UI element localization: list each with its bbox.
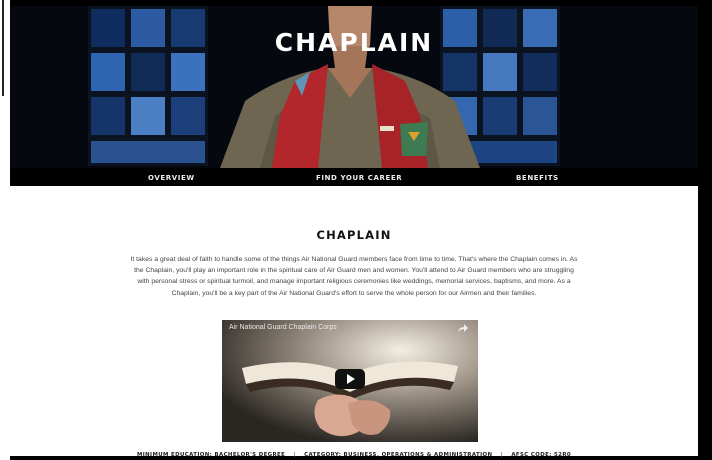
intro-paragraph: It takes a great deal of faith to handle… xyxy=(130,256,578,297)
main-content: CHAPLAIN It takes a great deal of faith … xyxy=(10,186,698,458)
share-arrow-icon[interactable] xyxy=(457,323,469,333)
career-navigation-bar: OVERVIEW FIND YOUR CAREER BENEFITS xyxy=(10,168,698,186)
info-separator: | xyxy=(500,452,504,458)
page-title: CHAPLAIN xyxy=(316,228,392,242)
hero-banner: CHAPLAIN OVERVIEW FIND YOUR CAREER BENEF… xyxy=(10,6,698,186)
minimum-education: MINIMUM EDUCATION: BACHELOR'S DEGREE xyxy=(136,452,286,458)
nav-item-find-your-career[interactable]: FIND YOUR CAREER xyxy=(316,174,402,182)
afsc-code: AFSC CODE: 52R0 xyxy=(511,452,572,458)
video-player[interactable]: Air National Guard Chaplain Corps xyxy=(222,320,478,442)
video-title[interactable]: Air National Guard Chaplain Corps xyxy=(229,324,337,331)
career-category: CATEGORY: BUSINESS, OPERATIONS & ADMINIS… xyxy=(304,452,493,458)
nav-item-overview[interactable]: OVERVIEW xyxy=(148,174,195,182)
info-separator: | xyxy=(293,452,296,458)
nav-item-benefits[interactable]: BENEFITS xyxy=(516,174,559,182)
window-frame-left xyxy=(0,0,10,460)
play-icon[interactable] xyxy=(335,369,365,389)
window-frame-right xyxy=(698,0,712,460)
career-info-bar: MINIMUM EDUCATION: BACHELOR'S DEGREE | C… xyxy=(10,452,698,458)
hero-title: CHAPLAIN xyxy=(274,28,434,57)
